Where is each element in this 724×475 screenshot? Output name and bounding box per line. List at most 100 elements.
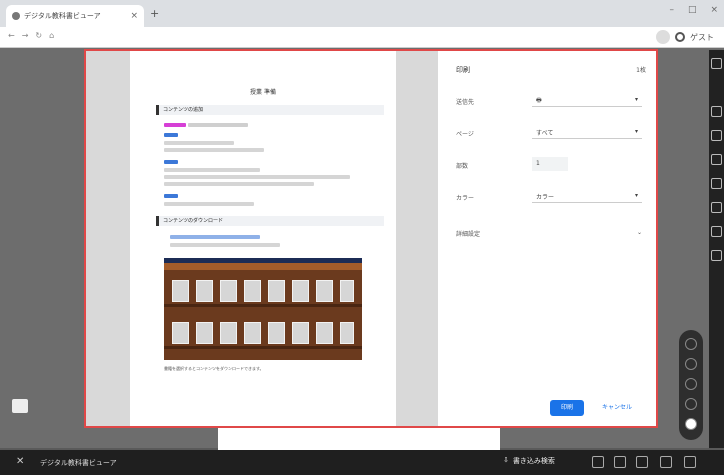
sidebar-toggle-icon[interactable]: [12, 399, 28, 413]
pages-label: ページ: [456, 131, 474, 138]
print-button[interactable]: 印刷: [550, 400, 584, 416]
text-line: [164, 141, 234, 145]
book-cover: [268, 322, 285, 344]
forward-icon[interactable]: →: [22, 31, 29, 40]
pages-select[interactable]: すべて ▾: [532, 125, 642, 139]
settings-icon[interactable]: [685, 398, 697, 410]
print-dialog: 授業 準備 コンテンツの追加 コンテンツのダウンロード 書籍を選択するとコンテン…: [84, 49, 658, 428]
text-line: [164, 133, 178, 137]
shape-tool-icon[interactable]: [711, 154, 722, 165]
pin-icon[interactable]: [685, 378, 697, 390]
extension-icon[interactable]: [656, 30, 670, 44]
back-icon[interactable]: ←: [8, 31, 15, 40]
destination-select[interactable]: 🖶 ▾: [532, 93, 642, 107]
address-bar: ← → ↻ ⌂ ゲスト: [0, 27, 724, 48]
text-line: [188, 123, 248, 127]
book-cover: [172, 280, 189, 302]
profile-icon[interactable]: [675, 32, 685, 42]
pen-tool-icon[interactable]: [711, 58, 722, 69]
color-select[interactable]: カラー ▾: [532, 189, 642, 203]
minimize-button[interactable]: –: [669, 5, 674, 15]
color-label: カラー: [456, 195, 475, 202]
destination-label: 送信先: [456, 99, 475, 106]
book-cover: [220, 322, 237, 344]
text-line: [164, 148, 264, 152]
book-cover: [268, 280, 285, 302]
pages-value: すべて: [536, 130, 554, 137]
book-cover: [220, 280, 237, 302]
window-controls: – □ ×: [669, 5, 718, 15]
book-cover: [196, 280, 213, 302]
new-tab-button[interactable]: +: [150, 7, 159, 20]
annotation-search-button[interactable]: ⇩ 書き込み検索: [503, 456, 555, 466]
book-cover: [172, 322, 189, 344]
print-settings-panel: 印刷 1枚 送信先 🖶 ▾ ページ すべて ▾ 部数 1 カラー カラー ▾ 詳…: [438, 51, 656, 426]
text-line: [164, 168, 260, 172]
cancel-button[interactable]: キャンセル: [594, 400, 640, 416]
copies-input[interactable]: 1: [532, 157, 568, 171]
print-preview: 授業 準備 コンテンツの追加 コンテンツのダウンロード 書籍を選択するとコンテン…: [86, 51, 438, 426]
window-close-button[interactable]: ×: [710, 5, 718, 15]
screenshot-caption: 書籍を選択するとコンテンツをダウンロードできます。: [164, 366, 264, 371]
next-arrow-icon[interactable]: [685, 418, 697, 430]
link-line: [170, 235, 260, 239]
text-line: [164, 160, 178, 164]
floating-controls: [679, 330, 703, 440]
bottom-bar: ✕ デジタル教科書ビューア ⇩ 書き込み検索: [0, 450, 724, 475]
marker-tool-icon[interactable]: [711, 106, 722, 117]
section-heading-add: コンテンツの追加: [156, 105, 384, 115]
more-settings-toggle[interactable]: 詳細設定 ⌄: [456, 229, 642, 238]
maximize-button[interactable]: □: [688, 5, 697, 15]
shelf-board: [164, 346, 362, 349]
screen: デジタル教科書ビューア × + – □ × ← → ↻ ⌂ ゲスト 授業 準備 …: [0, 0, 724, 475]
bookshelf-screenshot: [164, 258, 362, 360]
book-cover: [340, 322, 354, 344]
reload-icon[interactable]: ↻: [35, 31, 42, 40]
stamp-tool-icon[interactable]: [711, 202, 722, 213]
page-list-icon[interactable]: [636, 456, 648, 468]
fullscreen-icon[interactable]: [684, 456, 696, 468]
bookmark-icon[interactable]: [592, 456, 604, 468]
close-icon[interactable]: ✕: [16, 456, 24, 467]
undo-icon[interactable]: [685, 338, 697, 350]
chevron-down-icon: ▾: [634, 96, 638, 103]
color-tool-icon[interactable]: [711, 226, 722, 237]
text-tool-icon[interactable]: [711, 178, 722, 189]
book-cover: [196, 322, 213, 344]
zoom-icon[interactable]: [614, 456, 626, 468]
right-tool-rail: [709, 50, 724, 448]
page-icon[interactable]: [685, 358, 697, 370]
viewer-title: デジタル教科書ビューア: [40, 459, 117, 467]
text-line: [170, 243, 280, 247]
section-heading-download: コンテンツのダウンロード: [156, 216, 384, 226]
book-cover: [340, 280, 354, 302]
text-line: [164, 202, 254, 206]
browser-tab[interactable]: デジタル教科書ビューア ×: [6, 5, 144, 27]
document-title: 授業 準備: [250, 89, 276, 96]
book-cover: [292, 322, 309, 344]
book-cover: [244, 322, 261, 344]
annotation-search-label: 書き込み検索: [512, 457, 555, 465]
note-tool-icon[interactable]: [711, 250, 722, 261]
settings-gear-icon[interactable]: [660, 456, 672, 468]
shelf-board: [164, 304, 362, 307]
text-line: [164, 175, 350, 179]
browser-tab-strip: デジタル教科書ビューア × + – □ ×: [0, 0, 724, 27]
eraser-tool-icon[interactable]: [711, 130, 722, 141]
book-cover: [316, 280, 333, 302]
nav-buttons: ← → ↻ ⌂: [8, 31, 54, 40]
expand-icon: ⌄: [636, 229, 642, 236]
profile-label[interactable]: ゲスト: [690, 32, 714, 43]
home-icon[interactable]: ⌂: [49, 31, 54, 40]
tab-title: デジタル教科書ビューア: [24, 12, 101, 20]
browser-toolbar-right: ゲスト: [656, 30, 714, 44]
chevron-down-icon: ▾: [634, 128, 638, 135]
tab-favicon-icon: [12, 12, 20, 20]
chevron-down-icon: ▾: [634, 192, 638, 199]
highlight-line: [164, 123, 186, 127]
text-line: [164, 182, 314, 186]
more-settings-label: 詳細設定: [456, 231, 481, 238]
background-page: [218, 428, 500, 450]
tab-close-icon[interactable]: ×: [130, 11, 138, 21]
book-cover: [292, 280, 309, 302]
